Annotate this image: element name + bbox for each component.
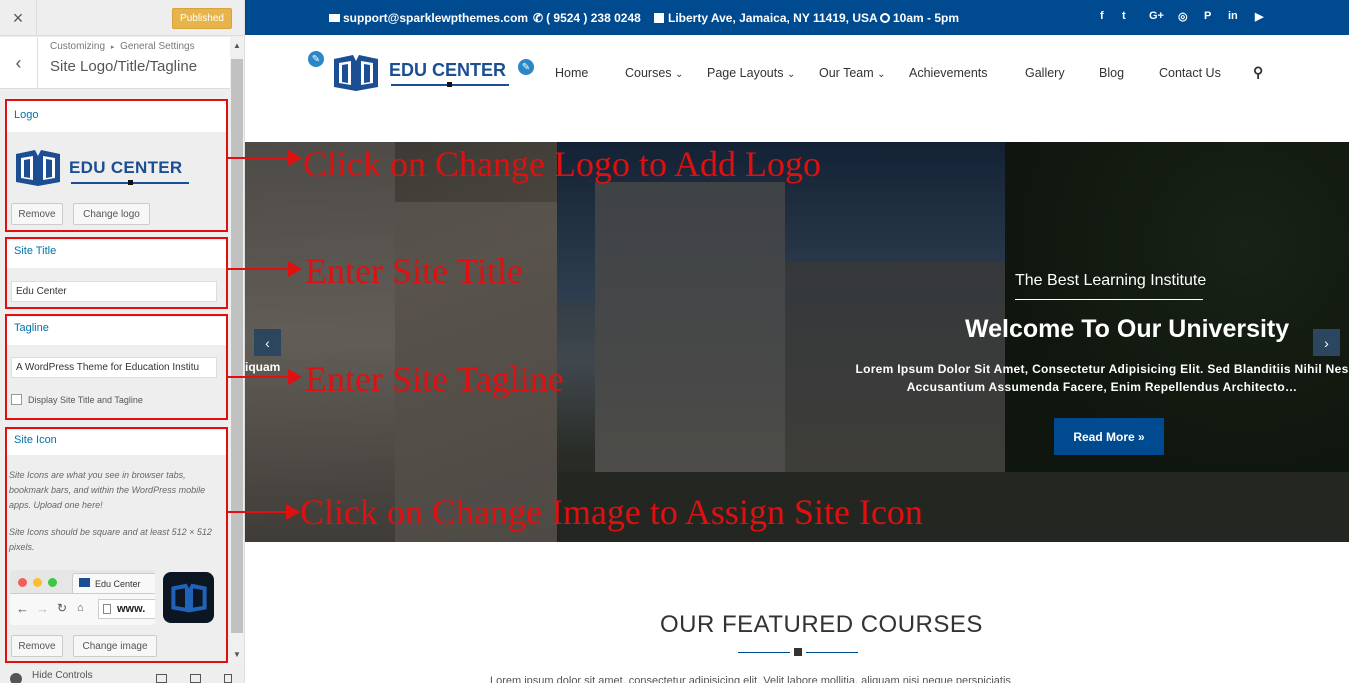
nav-page-layouts-label: Page Layouts bbox=[707, 66, 784, 80]
tagline-annotation-arrow bbox=[228, 369, 302, 385]
instagram-icon[interactable]: ◎ bbox=[1178, 10, 1188, 23]
nav-courses[interactable]: Courses ⌄ bbox=[625, 66, 683, 80]
nav-achievements[interactable]: Achievements bbox=[909, 66, 988, 80]
nav-our-team[interactable]: Our Team ⌄ bbox=[819, 66, 886, 80]
breadcrumb-parent: General Settings bbox=[120, 41, 195, 52]
chevron-down-icon: ⌄ bbox=[786, 69, 796, 80]
title-annotation-arrow bbox=[228, 261, 302, 277]
tagline-highlight-frame bbox=[5, 314, 228, 420]
collapse-icon bbox=[10, 673, 22, 683]
nav-contact-us[interactable]: Contact Us bbox=[1159, 66, 1221, 80]
youtube-icon[interactable]: ▶ bbox=[1255, 10, 1263, 23]
hero-text: Lorem Ipsum Dolor Sit Amet, Consectetur … bbox=[855, 362, 1349, 394]
nav-blog[interactable]: Blog bbox=[1099, 66, 1124, 80]
address-item: Liberty Ave, Jamaica, NY 11419, USA bbox=[654, 11, 878, 25]
featured-courses-title: OUR FEATURED COURSES bbox=[660, 611, 983, 638]
breadcrumb-root: Customizing bbox=[50, 41, 106, 52]
google-plus-icon[interactable]: G+ bbox=[1149, 10, 1164, 22]
hide-controls[interactable]: Hide Controls bbox=[0, 670, 244, 683]
hero-title: Welcome To Our University bbox=[965, 315, 1290, 343]
scroll-down-icon[interactable]: ▼ bbox=[233, 650, 241, 659]
featured-courses-text: Lorem ipsum dolor sit amet, consectetur … bbox=[490, 675, 1011, 683]
search-icon[interactable]: ⚲ bbox=[1253, 64, 1263, 81]
edit-logo-pencil-icon[interactable]: ✎ bbox=[306, 49, 326, 69]
pinterest-icon[interactable]: P bbox=[1204, 10, 1211, 22]
map-icon bbox=[654, 13, 664, 23]
phone-icon: ✆ bbox=[533, 11, 544, 25]
back-icon[interactable]: ‹ bbox=[0, 37, 38, 89]
icon-annotation: Click on Change Image to Assign Site Ico… bbox=[300, 492, 923, 532]
desktop-preview-icon[interactable] bbox=[156, 674, 167, 683]
chevron-down-icon: ⌄ bbox=[675, 69, 684, 80]
phone-text: ( 9524 ) 238 0248 bbox=[546, 11, 641, 25]
mobile-preview-icon[interactable] bbox=[224, 674, 232, 683]
next-slide-icon[interactable]: › bbox=[1313, 329, 1340, 356]
clock-icon bbox=[880, 13, 890, 23]
tablet-preview-icon[interactable] bbox=[190, 674, 201, 683]
twitter-icon[interactable]: t bbox=[1122, 10, 1126, 22]
nav-our-team-label: Our Team bbox=[819, 66, 874, 80]
publish-button[interactable]: Published bbox=[172, 8, 232, 29]
linkedin-icon[interactable]: in bbox=[1228, 10, 1238, 22]
read-more-button[interactable]: Read More » bbox=[1054, 418, 1164, 455]
logo-highlight-frame bbox=[5, 99, 228, 232]
hours-item: 10am - 5pm bbox=[880, 11, 959, 25]
header-logo-underline-dot bbox=[447, 82, 452, 87]
nav-home[interactable]: Home bbox=[555, 66, 588, 80]
chevron-down-icon: ⌄ bbox=[877, 69, 886, 80]
scrollbar-thumb[interactable] bbox=[231, 59, 243, 633]
hero-slider: iquam The Best Learning Institute Welcom… bbox=[245, 142, 1349, 542]
nav-page-layouts[interactable]: Page Layouts ⌄ bbox=[707, 66, 795, 80]
title-annotation: Enter Site Title bbox=[305, 251, 524, 291]
address-text: Liberty Ave, Jamaica, NY 11419, USA bbox=[668, 11, 878, 25]
previous-slide-text: iquam bbox=[245, 360, 281, 374]
logo-annotation-arrow bbox=[228, 150, 302, 166]
section-title: Site Logo/Title/Tagline bbox=[50, 58, 198, 75]
header-logo-text: EDU CENTER bbox=[389, 60, 507, 80]
site-header: EDU CENTER ✎ ✎ Home Courses ⌄ Page Layou… bbox=[245, 35, 1349, 142]
screen: × Published ‹ Customizing ▸ General Sett… bbox=[0, 0, 1349, 683]
icon-highlight-frame bbox=[5, 427, 228, 663]
close-icon[interactable]: × bbox=[0, 0, 37, 36]
facebook-icon[interactable]: f bbox=[1100, 10, 1104, 22]
tagline-annotation: Enter Site Tagline bbox=[305, 359, 564, 399]
nav-courses-label: Courses bbox=[625, 66, 672, 80]
hours-text: 10am - 5pm bbox=[893, 11, 960, 25]
envelope-icon bbox=[329, 14, 340, 22]
email-item[interactable]: support@sparklewpthemes.com bbox=[329, 11, 528, 25]
email-text: support@sparklewpthemes.com bbox=[343, 11, 529, 25]
hide-controls-label: Hide Controls bbox=[32, 670, 93, 681]
icon-annotation-arrow bbox=[228, 504, 300, 520]
featured-divider-right bbox=[806, 652, 858, 653]
scroll-up-icon[interactable]: ▲ bbox=[233, 41, 241, 50]
featured-divider-left bbox=[738, 652, 790, 653]
hero-subtitle: The Best Learning Institute bbox=[1015, 272, 1207, 289]
logo-annotation: Click on Change Logo to Add Logo bbox=[303, 144, 821, 184]
book-logo-icon bbox=[334, 55, 378, 91]
prev-slide-icon[interactable]: ‹ bbox=[254, 329, 281, 356]
customizer-top-bar: × Published bbox=[0, 0, 244, 36]
phone-item: ✆( 9524 ) 238 0248 bbox=[533, 11, 641, 25]
hero-subtitle-underline bbox=[1015, 299, 1203, 300]
site-top-bar: support@sparklewpthemes.com ✆( 9524 ) 23… bbox=[245, 0, 1349, 35]
breadcrumb-separator-icon: ▸ bbox=[110, 44, 115, 51]
customizer-sidebar: × Published ‹ Customizing ▸ General Sett… bbox=[0, 0, 245, 683]
section-header: ‹ Customizing ▸ General Settings Site Lo… bbox=[0, 37, 230, 89]
title-highlight-frame bbox=[5, 237, 228, 309]
edit-title-pencil-icon[interactable]: ✎ bbox=[516, 57, 536, 77]
nav-gallery[interactable]: Gallery bbox=[1025, 66, 1065, 80]
sidebar-scrollbar[interactable]: ▲ ▼ bbox=[230, 37, 244, 663]
featured-divider-square bbox=[794, 648, 802, 656]
breadcrumb: Customizing ▸ General Settings bbox=[50, 41, 195, 52]
